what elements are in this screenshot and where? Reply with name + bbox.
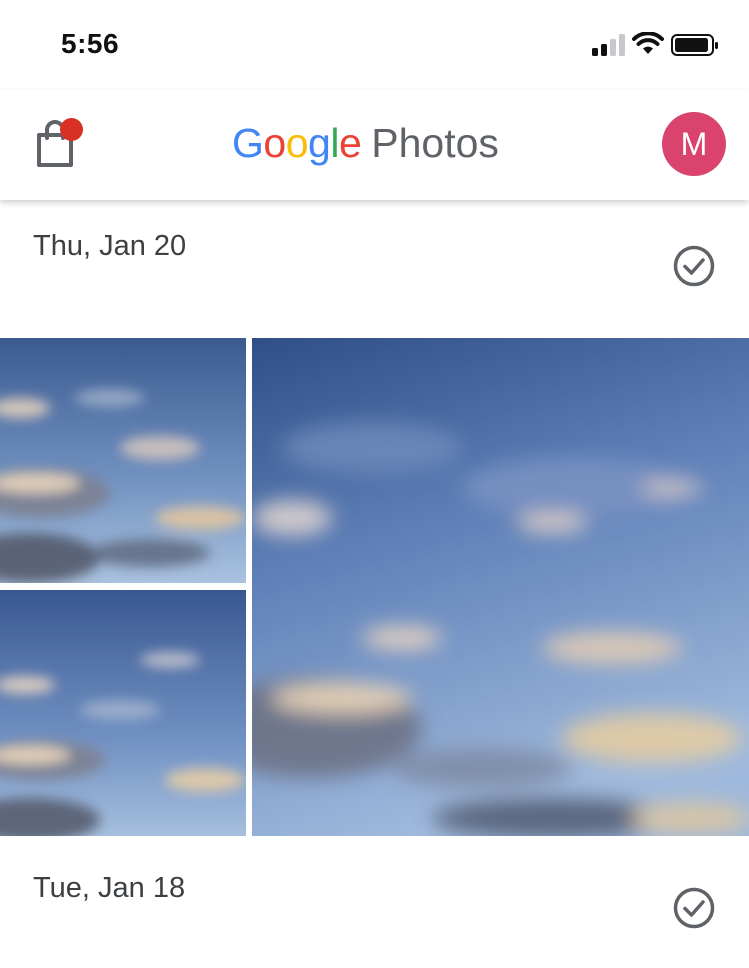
app-header: Google Photos M — [0, 90, 749, 200]
photo-large[interactable] — [252, 338, 749, 836]
check-circle-icon[interactable] — [672, 244, 716, 288]
notification-dot — [60, 118, 83, 141]
account-avatar[interactable]: M — [662, 112, 726, 176]
check-circle-icon[interactable] — [672, 886, 716, 930]
status-time: 5:56 — [61, 28, 120, 59]
photo-thumbnail[interactable] — [0, 590, 246, 836]
date-header: Thu, Jan 20 — [33, 230, 187, 262]
shop-button[interactable] — [34, 118, 86, 170]
cellular-signal-icon — [592, 34, 625, 56]
logo-letter: G — [232, 120, 264, 166]
logo-photos: Photos — [371, 120, 499, 166]
date-header: Tue, Jan 18 — [33, 872, 186, 904]
logo-letter: o — [263, 120, 286, 166]
logo-letter: g — [308, 120, 331, 166]
logo-letter: o — [285, 120, 309, 166]
sky-clouds-photo — [0, 338, 246, 583]
status-bar: 5:56 — [0, 0, 749, 90]
sky-clouds-photo — [252, 338, 749, 836]
wifi-icon — [632, 32, 664, 54]
battery-icon — [671, 34, 718, 56]
logo-letter: l — [330, 120, 339, 166]
logo-google: Google — [232, 120, 362, 166]
google-photos-logo: Google Photos — [232, 118, 499, 168]
logo-letter: e — [338, 120, 362, 166]
photo-thumbnail[interactable] — [0, 338, 246, 583]
sky-clouds-photo — [0, 590, 246, 836]
